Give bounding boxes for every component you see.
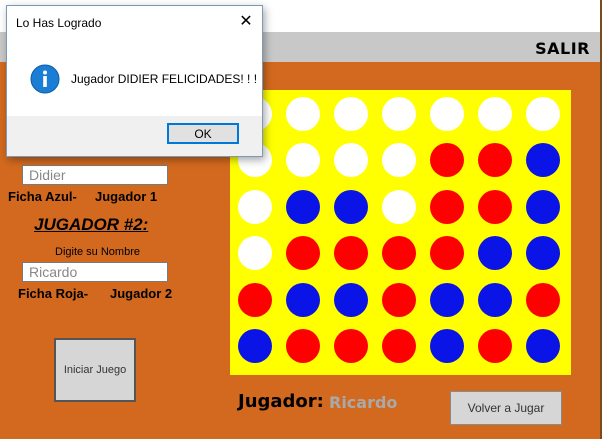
board-cell-red[interactable] xyxy=(430,236,464,271)
board-cell-white[interactable] xyxy=(334,143,368,178)
player2-name-input[interactable] xyxy=(22,262,168,282)
board-cell-white[interactable] xyxy=(382,97,416,131)
board-cell-blue[interactable] xyxy=(334,189,368,224)
game-board[interactable] xyxy=(230,90,571,375)
board-cell-red[interactable] xyxy=(382,282,416,317)
board-cell-red[interactable] xyxy=(478,329,512,363)
board-cell-red[interactable] xyxy=(430,189,464,224)
start-game-button[interactable]: Iniciar Juego xyxy=(54,338,136,402)
board-cell-red[interactable] xyxy=(478,143,512,178)
current-player-name: Ricardo xyxy=(329,393,398,412)
board-cell-white[interactable] xyxy=(238,189,272,224)
dialog-message: Jugador DIDIER FELICIDADES! ! ! xyxy=(71,72,258,86)
board-cell-red[interactable] xyxy=(334,329,368,363)
board-cell-blue[interactable] xyxy=(478,236,512,271)
current-player-label: Jugador: xyxy=(238,391,324,412)
board-cell-white[interactable] xyxy=(430,97,464,131)
board-cell-blue[interactable] xyxy=(238,329,272,363)
board-cell-white[interactable] xyxy=(382,143,416,178)
board-cell-white[interactable] xyxy=(334,97,368,131)
dialog-title: Lo Has Logrado xyxy=(16,16,102,30)
play-again-button[interactable]: Volver a Jugar xyxy=(450,391,562,425)
board-cell-red[interactable] xyxy=(238,282,272,317)
player2-label: Jugador 2 xyxy=(110,286,173,301)
board-cell-red[interactable] xyxy=(286,236,320,271)
board-cell-blue[interactable] xyxy=(526,143,560,178)
player1-piece-label: Ficha Azul- xyxy=(8,189,77,204)
board-cell-red[interactable] xyxy=(430,143,464,178)
player1-name-input[interactable] xyxy=(22,165,168,185)
player2-piece-label: Ficha Roja- xyxy=(18,286,89,301)
board-cell-red[interactable] xyxy=(382,236,416,271)
board-cell-blue[interactable] xyxy=(526,236,560,271)
player2-heading: JUGADOR #2: xyxy=(34,215,149,234)
ok-button[interactable]: OK xyxy=(167,123,239,144)
salir-button[interactable]: SALIR xyxy=(535,39,590,58)
board-cell-blue[interactable] xyxy=(286,189,320,224)
board-cell-blue[interactable] xyxy=(526,189,560,224)
board-cell-red[interactable] xyxy=(382,329,416,363)
board-cell-red[interactable] xyxy=(334,236,368,271)
board-cell-blue[interactable] xyxy=(430,329,464,363)
board-cell-white[interactable] xyxy=(526,97,560,131)
board-cell-blue[interactable] xyxy=(430,282,464,317)
info-icon xyxy=(30,64,60,94)
board-cell-blue[interactable] xyxy=(526,329,560,363)
player2-name-prompt: Digite su Nombre xyxy=(55,246,140,258)
board-cell-blue[interactable] xyxy=(286,282,320,317)
board-cell-white[interactable] xyxy=(382,189,416,224)
board-cell-red[interactable] xyxy=(478,189,512,224)
board-cell-white[interactable] xyxy=(238,236,272,271)
board-cell-red[interactable] xyxy=(526,282,560,317)
board-cell-blue[interactable] xyxy=(478,282,512,317)
board-cell-red[interactable] xyxy=(286,329,320,363)
board-cell-white[interactable] xyxy=(286,97,320,131)
board-cell-white[interactable] xyxy=(286,143,320,178)
player1-label: Jugador 1 xyxy=(95,189,158,204)
board-cell-white[interactable] xyxy=(478,97,512,131)
close-icon[interactable]: ✕ xyxy=(236,12,256,30)
board-cell-blue[interactable] xyxy=(334,282,368,317)
